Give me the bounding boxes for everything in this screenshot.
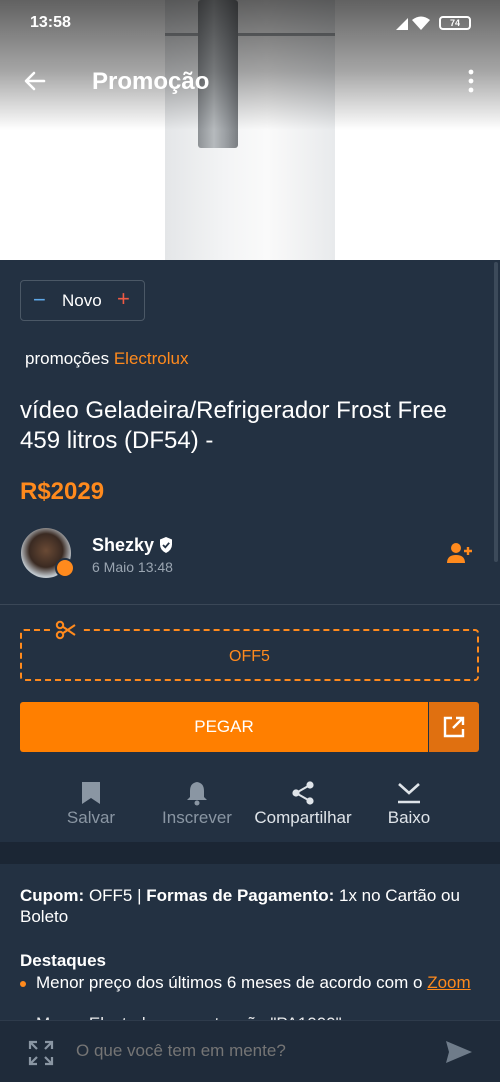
share-button[interactable]: Compartilhar	[248, 772, 358, 828]
share-label: Compartilhar	[254, 808, 352, 827]
list-item: Menor preço dos últimos 6 meses de acord…	[20, 972, 480, 993]
promo-category: promoções Electrolux	[25, 349, 188, 369]
subscribe-button[interactable]: Inscrever	[142, 772, 252, 828]
zoom-link[interactable]: Zoom	[427, 973, 470, 992]
share-icon	[292, 781, 314, 805]
more-options-icon[interactable]	[462, 68, 480, 99]
promo-prefix: promoções	[25, 349, 110, 368]
brand-link[interactable]: Electrolux	[114, 349, 189, 368]
section-separator	[0, 842, 500, 864]
comment-input[interactable]	[76, 1041, 416, 1061]
bullet-dot	[20, 981, 26, 987]
status-bar: 13:58 74	[0, 0, 500, 46]
scrollbar[interactable]	[494, 262, 498, 562]
divider	[0, 604, 500, 605]
scissors-icon	[52, 620, 80, 645]
payment-label: Formas de Pagamento:	[146, 886, 335, 905]
back-arrow-icon[interactable]	[22, 68, 48, 99]
user-name[interactable]: Shezky	[92, 535, 154, 556]
coupon-box[interactable]: OFF5	[20, 629, 479, 681]
deal-description: Cupom: OFF5 | Formas de Pagamento: 1x no…	[20, 885, 485, 927]
follow-user-icon[interactable]	[446, 541, 474, 570]
verified-shield-icon	[158, 536, 174, 559]
vote-label: Novo	[62, 291, 102, 310]
comment-compose-bar	[0, 1020, 500, 1082]
highlight-text: Menor preço dos últimos 6 meses de acord…	[36, 973, 428, 992]
get-deal-button[interactable]: PEGAR	[20, 702, 428, 752]
page-title: Promoção	[92, 68, 210, 95]
external-link-icon	[443, 716, 465, 738]
action-bar: Salvar Inscrever Compartilhar Baixo	[0, 772, 500, 832]
vote-down-label: Baixo	[387, 808, 431, 827]
save-label: Salvar	[66, 808, 116, 827]
send-icon[interactable]	[444, 1039, 474, 1070]
subscribe-label: Inscrever	[162, 808, 232, 827]
vote-down-button[interactable]: −	[33, 288, 46, 312]
post-date: 6 Maio 13:48	[92, 559, 173, 575]
highlights-heading: Destaques	[20, 951, 106, 970]
battery-icon: 74	[439, 16, 471, 30]
bookmark-icon	[82, 782, 100, 804]
coupon-code[interactable]: OFF5	[22, 648, 477, 666]
signal-wifi-icon	[396, 15, 432, 36]
vote-box: − Novo +	[20, 280, 145, 321]
expand-icon[interactable]	[28, 1040, 54, 1071]
vote-down-icon	[398, 783, 420, 804]
vote-down-action-button[interactable]: Baixo	[354, 772, 464, 828]
save-button[interactable]: Salvar	[36, 772, 146, 828]
app-bar: Promoção	[0, 56, 500, 106]
user-level-badge-icon	[55, 558, 75, 578]
vote-up-button[interactable]: +	[117, 287, 130, 311]
coupon-label: Cupom:	[20, 886, 85, 905]
deal-title: vídeo Geladeira/Refrigerador Frost Free …	[20, 397, 447, 454]
coupon-value: OFF5 |	[84, 886, 147, 905]
status-time: 13:58	[30, 14, 71, 31]
open-external-button[interactable]	[429, 702, 479, 752]
bell-icon	[187, 782, 207, 806]
deal-price: R$2029	[20, 478, 105, 505]
